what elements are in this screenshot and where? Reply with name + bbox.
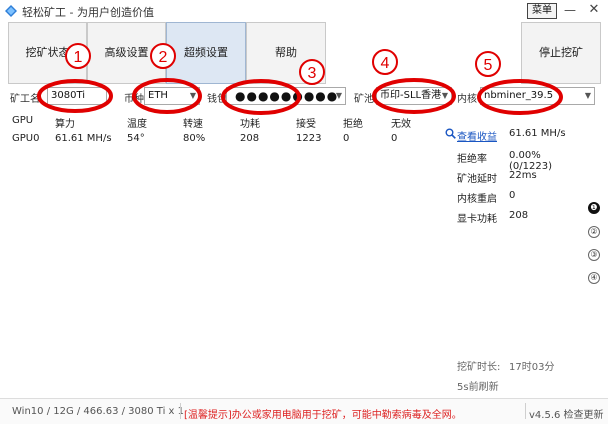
annotation-ellipse-4 bbox=[372, 78, 456, 114]
annotation-number-5: 5 bbox=[484, 57, 493, 74]
annotation-ellipse-3 bbox=[221, 79, 301, 115]
annotation-ellipses bbox=[37, 78, 563, 115]
annotation-ellipse-5 bbox=[477, 79, 563, 115]
annotation-badge-3: 3 bbox=[299, 59, 325, 85]
annotation-number-1: 1 bbox=[74, 49, 83, 66]
annotation-ellipse-1 bbox=[37, 79, 113, 113]
annotation-ellipse-2 bbox=[132, 78, 202, 114]
annotation-overlay: 1 2 3 4 5 bbox=[37, 43, 563, 115]
annotation-badge-5: 5 bbox=[475, 51, 501, 77]
annotation-badge-1: 1 bbox=[65, 43, 91, 69]
annotation-number-3: 3 bbox=[308, 65, 317, 82]
annotation-badge-2: 2 bbox=[150, 43, 176, 69]
annotation-number-4: 4 bbox=[381, 55, 390, 72]
annotation-number-2: 2 bbox=[159, 49, 168, 66]
annotation-badge-4: 4 bbox=[372, 49, 398, 75]
